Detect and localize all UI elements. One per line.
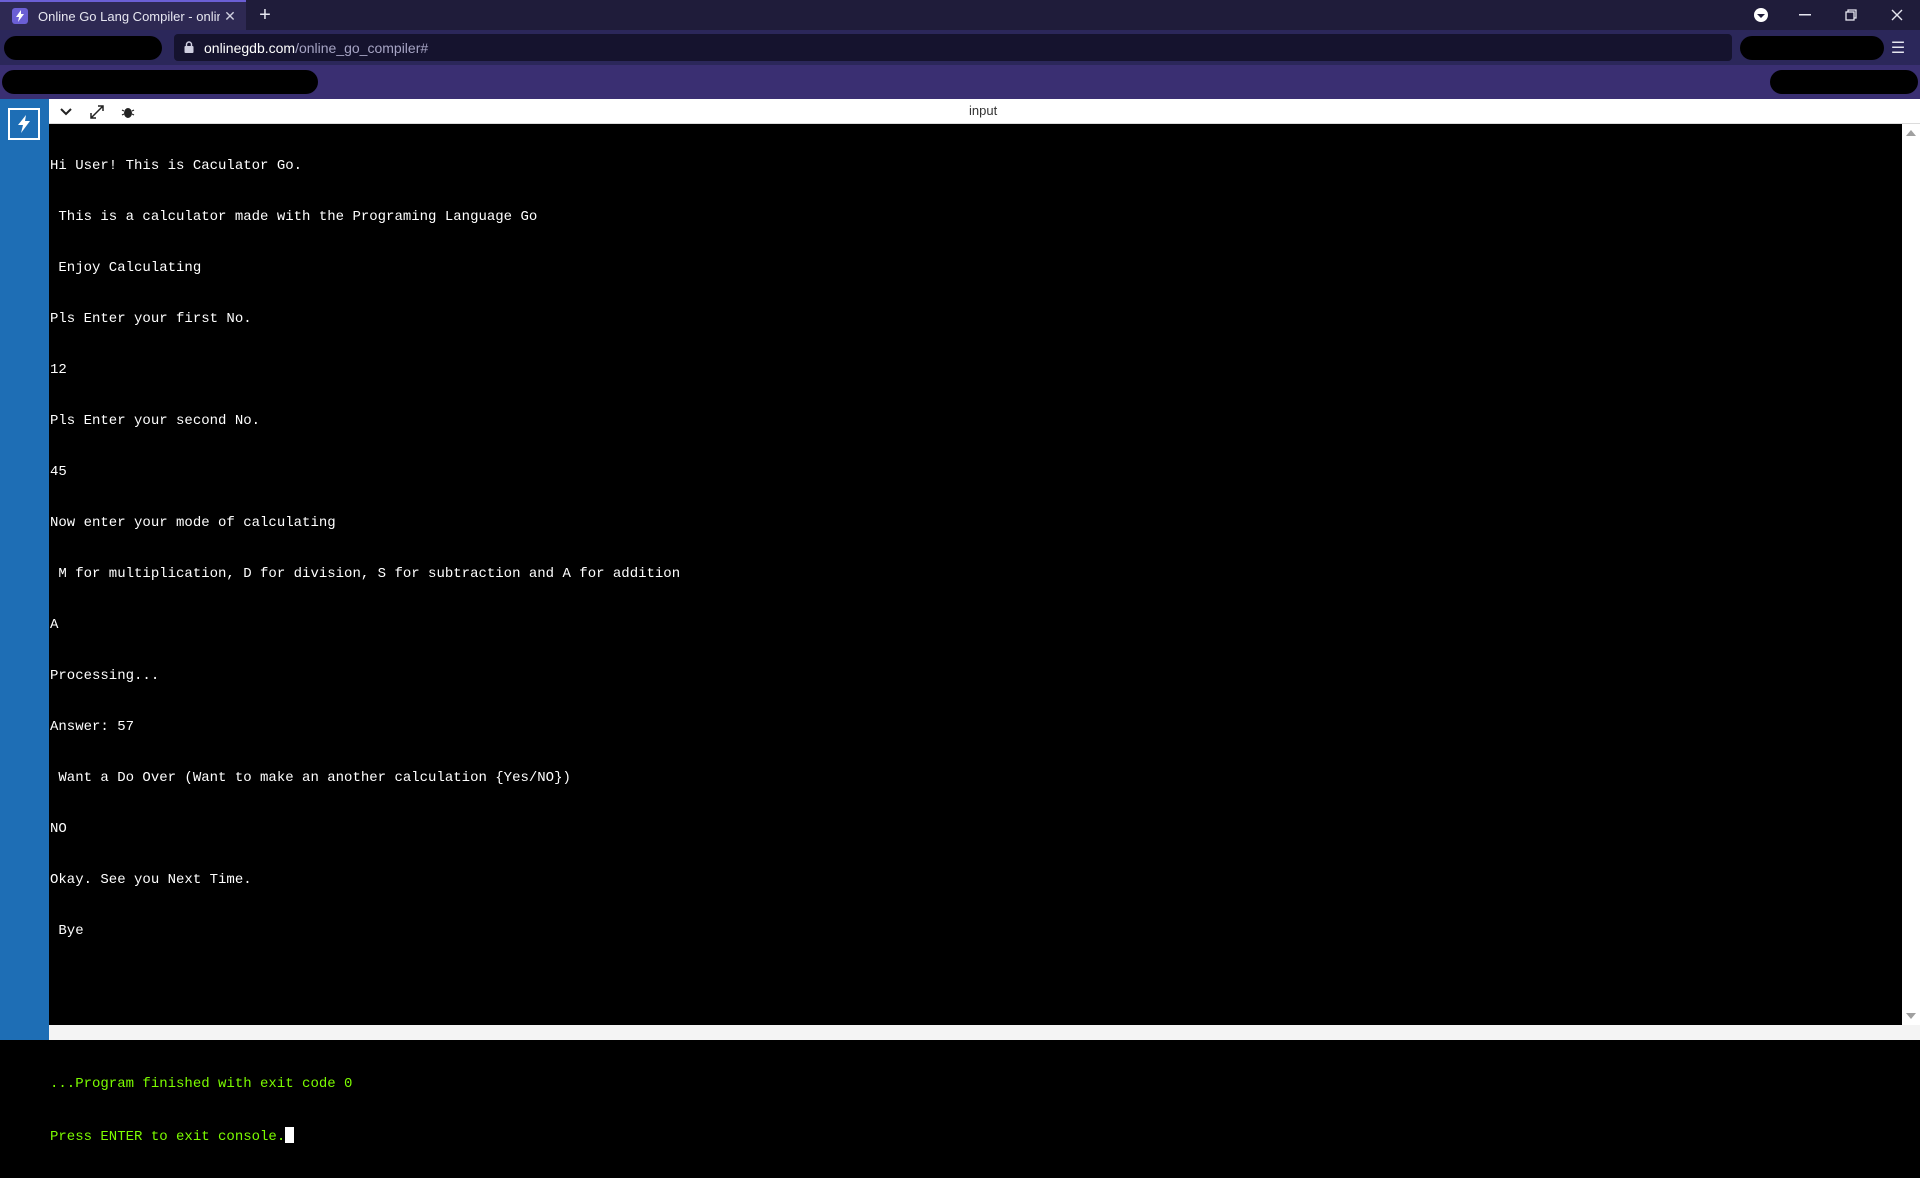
panel-footer (49, 1025, 1920, 1040)
press-enter-line: Press ENTER to exit console. (50, 1127, 1902, 1145)
console-line: Enjoy Calculating (50, 260, 202, 276)
scroll-up-icon[interactable] (1906, 130, 1916, 136)
url-path: /online_go_compiler# (295, 39, 429, 56)
address-bar[interactable]: onlinegdb.com/online_go_compiler# (174, 34, 1732, 61)
expand-icon[interactable] (87, 102, 107, 122)
io-panel: input Hi User! This is Caculator Go. Thi… (49, 99, 1920, 1145)
bolt-icon[interactable] (8, 108, 40, 140)
tab-title: Online Go Lang Compiler - online (38, 8, 220, 24)
console-line: A (50, 617, 59, 633)
console-line: Pls Enter your second No. (50, 413, 261, 429)
left-sidebar (0, 99, 49, 1040)
console-line: Bye (50, 923, 84, 939)
console-line: NO (50, 821, 67, 837)
redacted-area (1740, 36, 1884, 60)
minimize-icon[interactable] (1782, 0, 1828, 30)
redacted-area (1770, 70, 1918, 94)
console-line: 45 (50, 464, 67, 480)
text-cursor (285, 1127, 295, 1143)
close-window-icon[interactable] (1874, 0, 1920, 30)
menu-icon[interactable]: ☰ (1888, 38, 1908, 58)
lock-icon (184, 40, 194, 56)
console-scrollbar[interactable] (1902, 124, 1920, 1025)
console-line: Pls Enter your first No. (50, 311, 252, 327)
address-bar-row: onlinegdb.com/online_go_compiler# ☰ (0, 30, 1920, 65)
bookmarks-bar (0, 65, 1920, 99)
redacted-area (2, 70, 318, 94)
console-line: 12 (50, 362, 67, 378)
bolt-icon (12, 8, 28, 24)
console-line: Okay. See you Next Time. (50, 872, 252, 888)
chevron-down-icon[interactable] (56, 102, 76, 122)
console-line: Hi User! This is Caculator Go. (50, 158, 303, 174)
console-line: Processing... (50, 668, 160, 684)
scroll-down-icon[interactable] (1906, 1013, 1916, 1019)
panel-header: input (49, 99, 1920, 124)
console-output[interactable]: Hi User! This is Caculator Go. This is a… (49, 124, 1902, 1145)
console-line: Want a Do Over (Want to make an another … (50, 770, 571, 786)
bug-icon[interactable] (118, 102, 138, 122)
console-line: Answer: 57 (50, 719, 135, 735)
app-area: input Hi User! This is Caculator Go. Thi… (0, 99, 1920, 1145)
browser-tab[interactable]: Online Go Lang Compiler - online ✕ (0, 0, 246, 30)
restore-icon[interactable] (1828, 0, 1874, 30)
console-line: M for multiplication, D for division, S … (50, 566, 681, 582)
url-host: onlinegdb.com (204, 39, 296, 56)
console-line: Now enter your mode of calculating (50, 515, 336, 531)
redacted-area (4, 36, 162, 60)
panel-title: input (969, 103, 998, 118)
exit-code-line: ...Program finished with exit code 0 (50, 1076, 353, 1092)
console-line: This is a calculator made with the Progr… (50, 209, 538, 225)
browser-titlebar: Online Go Lang Compiler - online ✕ + (0, 0, 1920, 30)
plus-icon[interactable]: + (254, 4, 276, 26)
profile-icon[interactable] (1738, 0, 1784, 30)
close-icon[interactable]: ✕ (220, 6, 240, 26)
press-enter-text: Press ENTER to exit console. (50, 1129, 286, 1145)
